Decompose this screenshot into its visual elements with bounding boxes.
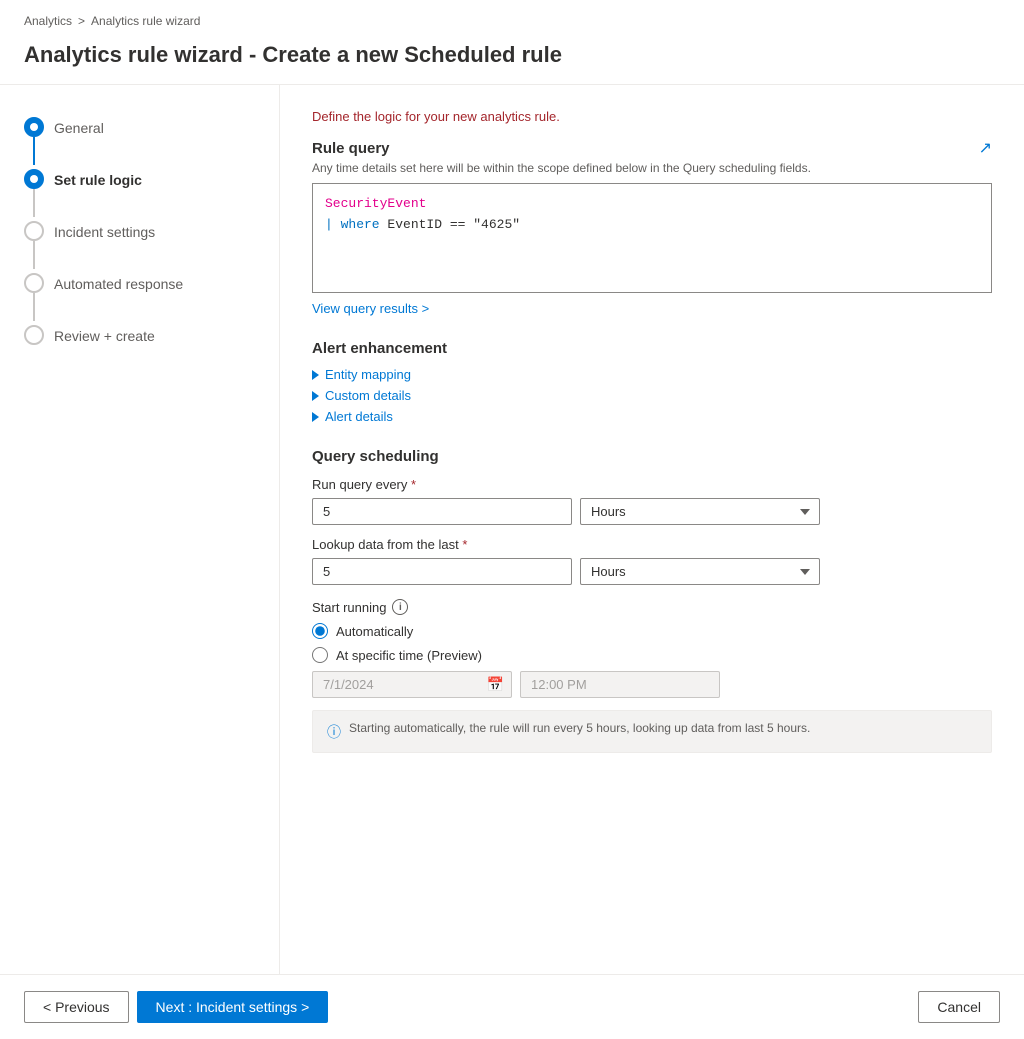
info-banner-text: Starting automatically, the rule will ru… [349,721,810,735]
entity-mapping-chevron [312,370,319,380]
sidebar-item-incident-settings[interactable]: Incident settings [24,221,255,269]
time-input [520,671,720,698]
start-running-info-icon: i [392,599,408,615]
step-circle-incident [24,221,44,241]
alert-enhancement-section: Alert enhancement Entity mapping Custom … [312,340,992,424]
rule-query-section: Rule query Any time details set here wil… [312,140,992,336]
cancel-button[interactable]: Cancel [918,991,1000,1023]
alert-enhancement-title: Alert enhancement [312,340,992,357]
info-banner: ⓘ Starting automatically, the rule will … [312,710,992,753]
step-circle-automated [24,273,44,293]
query-line-2: | where EventID == "4625" [325,215,979,236]
step-connector-review [24,325,44,358]
date-time-row: 📅 [312,671,992,698]
step-connector-general [24,117,44,165]
lookup-data-label: Lookup data from the last * [312,537,992,552]
next-button[interactable]: Next : Incident settings > [137,991,329,1023]
radio-automatically[interactable]: Automatically [312,623,992,639]
radio-specific-time-label: At specific time (Preview) [336,648,482,663]
step-label-review: Review + create [54,327,155,344]
step-label-rule-logic: Set rule logic [54,171,142,188]
alert-details-row[interactable]: Alert details [312,409,992,424]
main-layout: General Set rule logic Incident settings [0,85,1024,974]
lookup-data-value-input[interactable] [312,558,572,585]
step-circle-rule-logic [24,169,44,189]
breadcrumb-separator: > [78,14,85,28]
sidebar-item-set-rule-logic[interactable]: Set rule logic [24,169,255,217]
start-running-label: Start running i [312,599,992,615]
calendar-icon: 📅 [487,676,504,693]
step-label-automated: Automated response [54,275,183,292]
sidebar-item-general[interactable]: General [24,117,255,165]
previous-button[interactable]: < Previous [24,991,129,1023]
date-input-wrapper: 📅 [312,671,512,698]
query-scheduling-section: Query scheduling Run query every * Hours… [312,448,992,753]
custom-details-row[interactable]: Custom details [312,388,992,403]
lookup-data-field-row: Hours Minutes Days [312,558,992,585]
radio-specific-time[interactable]: At specific time (Preview) [312,647,992,663]
alert-details-label: Alert details [325,409,393,424]
step-line-general [33,137,35,165]
step-label-incident: Incident settings [54,223,155,240]
step-connector-incident [24,221,44,269]
info-banner-icon: ⓘ [327,722,341,742]
step-label-general: General [54,119,104,136]
sidebar-item-automated-response[interactable]: Automated response [24,273,255,321]
step-line-automated [33,293,35,321]
custom-details-label: Custom details [325,388,411,403]
step-circle-general [24,117,44,137]
run-query-label: Run query every * [312,477,992,492]
step-connector-rule-logic [24,169,44,217]
footer-bar: < Previous Next : Incident settings > Ca… [0,974,1024,1039]
custom-details-chevron [312,391,319,401]
alert-details-chevron [312,412,319,422]
breadcrumb: Analytics > Analytics rule wizard [0,0,1024,34]
run-query-value-input[interactable] [312,498,572,525]
define-text: Define the logic for your new analytics … [312,109,992,124]
query-line-1: SecurityEvent [325,194,979,215]
entity-mapping-row[interactable]: Entity mapping [312,367,992,382]
radio-automatically-label: Automatically [336,624,413,639]
step-connector-automated [24,273,44,321]
lookup-data-unit-wrapper: Hours Minutes Days [580,558,820,585]
run-query-field-row: Hours Minutes Days [312,498,992,525]
run-query-unit-wrapper: Hours Minutes Days [580,498,820,525]
step-circle-review [24,325,44,345]
query-editor[interactable]: SecurityEvent | where EventID == "4625" [312,183,992,293]
sidebar-item-review-create[interactable]: Review + create [24,325,255,358]
view-results-link[interactable]: View query results > [312,301,429,316]
content-area: Define the logic for your new analytics … [280,85,1024,974]
date-input [312,671,512,698]
lookup-data-unit-select[interactable]: Hours Minutes Days [580,558,820,585]
step-line-incident [33,241,35,269]
radio-specific-time-input[interactable] [312,647,328,663]
sidebar: General Set rule logic Incident settings [0,85,280,974]
step-line-rule-logic [33,189,35,217]
start-running-radio-group: Automatically At specific time (Preview) [312,623,992,663]
rule-query-desc: Any time details set here will be within… [312,161,811,175]
breadcrumb-parent[interactable]: Analytics [24,14,72,28]
entity-mapping-label: Entity mapping [325,367,411,382]
radio-automatically-input[interactable] [312,623,328,639]
query-scheduling-title: Query scheduling [312,448,992,465]
expand-query-button[interactable]: ↗ [979,138,992,158]
page-title: Analytics rule wizard - Create a new Sch… [0,34,1024,84]
rule-query-title: Rule query [312,140,811,157]
run-query-unit-select[interactable]: Hours Minutes Days [580,498,820,525]
breadcrumb-current: Analytics rule wizard [91,14,200,28]
